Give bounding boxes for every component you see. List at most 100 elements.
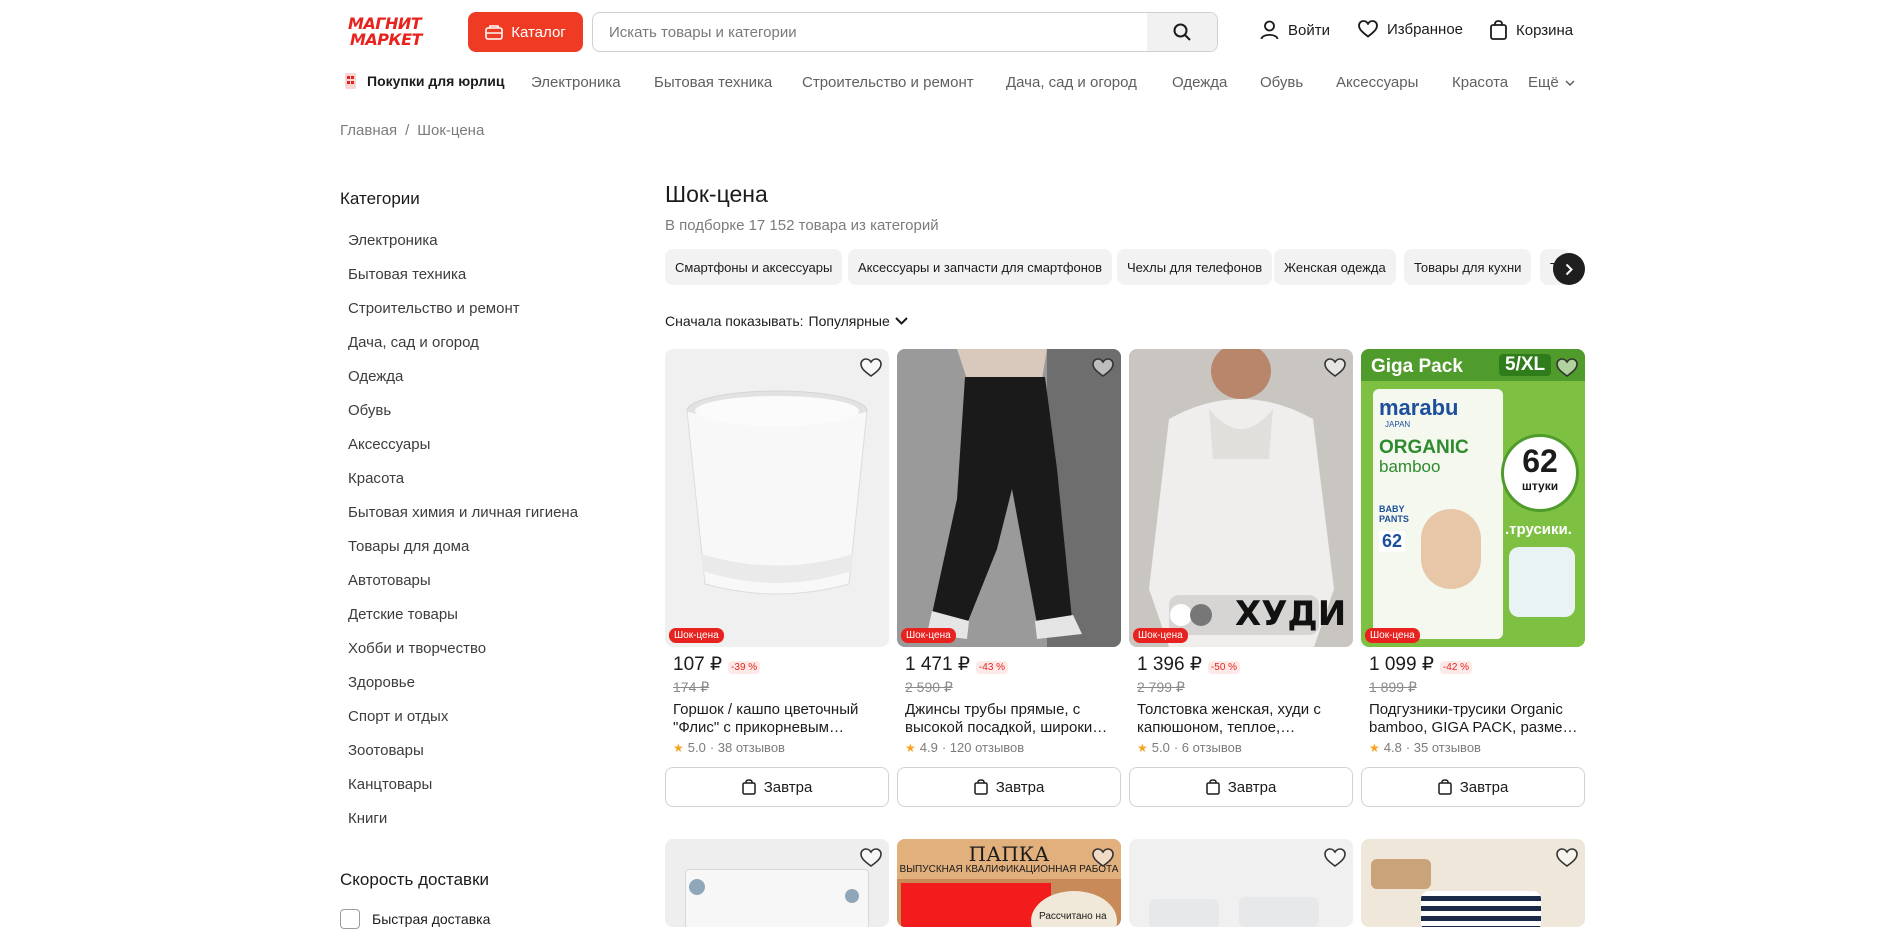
favorite-heart-icon[interactable] <box>1555 846 1579 870</box>
chip-phone-cases[interactable]: Чехлы для телефонов <box>1117 249 1273 285</box>
reviews-count: · 38 отзывов <box>709 740 785 755</box>
page-title: Шок-цена <box>665 181 768 207</box>
nav-item-electronics[interactable]: Электроника <box>531 74 621 91</box>
page-subtitle: В подборке 17 152 товара из категорий <box>665 217 939 234</box>
product-image[interactable] <box>665 839 889 927</box>
nav-legal-label: Покупки для юрлиц <box>367 73 505 89</box>
heart-icon <box>1358 20 1378 38</box>
nav-item-construction[interactable]: Строительство и ремонт <box>802 74 974 91</box>
discount-badge: -43 % <box>975 661 1009 674</box>
product-name[interactable]: Джинсы трубы прямые, с высокой посадкой,… <box>905 701 1117 737</box>
favorite-heart-icon[interactable] <box>1323 846 1347 870</box>
sidebar-item-shoes[interactable]: Обувь <box>348 402 391 419</box>
sort-control[interactable]: Сначала показывать: Популярные <box>665 313 908 329</box>
chevron-right-icon <box>1565 263 1573 275</box>
product-name[interactable]: Подгузники-трусики Organic bamboo, GIGA … <box>1369 701 1581 737</box>
favorite-heart-icon[interactable] <box>1555 356 1579 380</box>
discount-badge: -50 % <box>1207 661 1241 674</box>
favorites-button[interactable]: Избранное <box>1358 20 1463 38</box>
product-image[interactable] <box>665 349 889 647</box>
product-image[interactable]: ХУДИ <box>1129 349 1353 647</box>
product-image[interactable] <box>897 349 1121 647</box>
discount-badge: -39 % <box>728 661 761 674</box>
favorite-heart-icon[interactable] <box>1323 356 1347 380</box>
baby-pants-number: 62 <box>1379 531 1406 552</box>
sidebar-item-health[interactable]: Здоровье <box>348 674 415 691</box>
product-price: 107 ₽ -39 % <box>673 653 761 676</box>
sidebar-item-household-chemicals[interactable]: Бытовая химия и личная гигиена <box>348 504 578 521</box>
sidebar-item-garden[interactable]: Дача, сад и огород <box>348 334 479 351</box>
sidebar-item-books[interactable]: Книги <box>348 810 387 827</box>
sidebar-item-electronics[interactable]: Электроника <box>348 232 438 249</box>
product-name-line2: bamboo, GIGA PACK, разме… <box>1369 719 1578 736</box>
sidebar-item-auto[interactable]: Автотовары <box>348 572 431 589</box>
product-image[interactable]: Giga Pack 5/XL marabu JAPAN ORGANIC bamb… <box>1361 349 1585 647</box>
product-image[interactable]: ПАПКА ВЫПУСКНАЯ КВАЛИФИКАЦИОННАЯ РАБОТА … <box>897 839 1121 927</box>
chip-womens-clothing[interactable]: Женская одежда <box>1274 249 1396 285</box>
breadcrumb-home[interactable]: Главная <box>340 122 397 139</box>
folder-subtitle-text: ВЫПУСКНАЯ КВАЛИФИКАЦИОННАЯ РАБОТА <box>899 864 1119 875</box>
sidebar-item-pets[interactable]: Зоотовары <box>348 742 424 759</box>
catalog-button[interactable]: Каталог <box>468 12 583 52</box>
nav-item-garden[interactable]: Дача, сад и огород <box>1006 74 1137 91</box>
logo-line2: МАРКЕТ <box>350 30 422 49</box>
login-button[interactable]: Войти <box>1260 20 1330 40</box>
product-name-line2: высокой посадкой, широки… <box>905 719 1108 736</box>
favorite-heart-icon[interactable] <box>1091 356 1115 380</box>
brand-text: marabu <box>1379 395 1459 420</box>
rating-value: 5.0 <box>1151 740 1170 755</box>
shock-price-badge: Шок-цена <box>901 628 956 643</box>
product-image[interactable] <box>1361 839 1585 927</box>
nav-item-shoes[interactable]: Обувь <box>1260 74 1303 91</box>
nav-item-appliances[interactable]: Бытовая техника <box>654 74 772 91</box>
product-name-line2: "Флис" с прикорневым… <box>673 719 844 736</box>
product-name[interactable]: Толстовка женская, худи с капюшоном, теп… <box>1137 701 1349 737</box>
bamboo-text: bamboo <box>1379 457 1441 476</box>
delivery-button[interactable]: Завтра <box>665 767 889 807</box>
chip-kitchen[interactable]: Товары для кухни <box>1404 249 1532 285</box>
sidebar-item-clothes[interactable]: Одежда <box>348 368 403 385</box>
sidebar-item-hobby[interactable]: Хобби и творчество <box>348 640 486 657</box>
chip-smartphones[interactable]: Смартфоны и аксессуары <box>665 249 843 285</box>
catalog-label: Каталог <box>511 23 566 41</box>
search-button[interactable] <box>1147 13 1217 51</box>
sidebar-item-accessories[interactable]: Аксессуары <box>348 436 430 453</box>
bag-icon <box>973 779 988 795</box>
sidebar-item-beauty[interactable]: Красота <box>348 470 404 487</box>
search-input[interactable] <box>593 13 1147 51</box>
product-name[interactable]: Горшок / кашпо цветочный "Флис" с прикор… <box>673 701 885 737</box>
delivery-button[interactable]: Завтра <box>897 767 1121 807</box>
brand-sub-text: JAPAN <box>1385 420 1411 429</box>
rating-value: 4.9 <box>919 740 938 755</box>
sidebar-item-construction[interactable]: Строительство и ремонт <box>348 300 520 317</box>
delivery-button[interactable]: Завтра <box>1129 767 1353 807</box>
nav-more[interactable]: Ещё <box>1528 74 1575 91</box>
sidebar-item-sport[interactable]: Спорт и отдых <box>348 708 448 725</box>
logo[interactable]: МАГНИТ МАРКЕТ <box>348 14 446 50</box>
chips-next-button[interactable] <box>1553 253 1585 285</box>
nav-item-beauty[interactable]: Красота <box>1452 74 1508 91</box>
sidebar-item-home[interactable]: Товары для дома <box>348 538 469 555</box>
fast-delivery-checkbox[interactable] <box>340 909 360 929</box>
product-image[interactable] <box>1129 839 1353 927</box>
chip-smartphone-parts[interactable]: Аксессуары и запчасти для смартфонов <box>848 249 1113 285</box>
delivery-label: Завтра <box>763 778 813 796</box>
sidebar-item-stationery[interactable]: Канцтовары <box>348 776 432 793</box>
nav-item-clothes[interactable]: Одежда <box>1172 74 1227 91</box>
nav-item-accessories[interactable]: Аксессуары <box>1336 74 1418 91</box>
old-price: 174 ₽ <box>673 679 710 695</box>
delivery-button[interactable]: Завтра <box>1361 767 1585 807</box>
favorite-heart-icon[interactable] <box>859 846 883 870</box>
favorite-heart-icon[interactable] <box>859 356 883 380</box>
fast-delivery-label[interactable]: Быстрая доставка <box>372 911 490 927</box>
shock-price-badge: Шок-цена <box>1365 628 1420 643</box>
sidebar-item-kids[interactable]: Детские товары <box>348 606 458 623</box>
chevron-down-icon <box>1565 79 1575 86</box>
product-name-line1: Горшок / кашпо цветочный <box>673 701 859 718</box>
favorite-heart-icon[interactable] <box>1091 846 1115 870</box>
product-rating: ★ 4.9 · 120 отзывов <box>905 740 1024 755</box>
delivery-label: Завтра <box>1227 778 1277 796</box>
nav-legal[interactable]: Покупки для юрлиц <box>343 72 504 90</box>
cart-button[interactable]: Корзина <box>1490 20 1573 40</box>
sidebar-item-appliances[interactable]: Бытовая техника <box>348 266 466 283</box>
